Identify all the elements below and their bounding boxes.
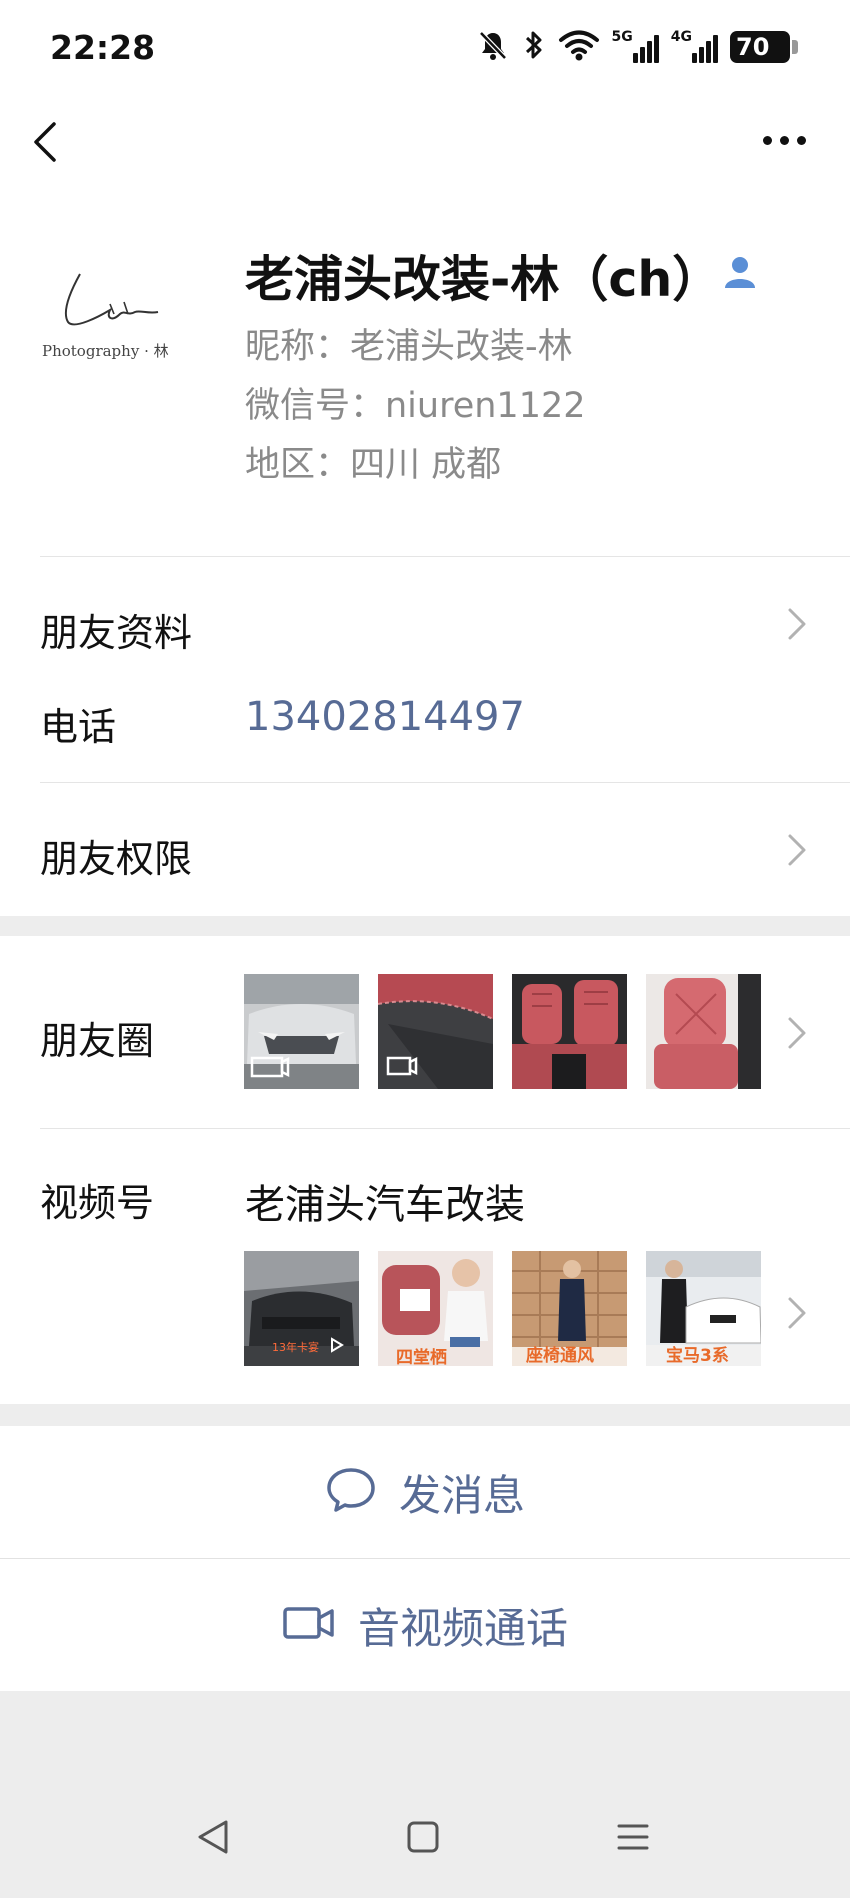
svg-text:宝马3系: 宝马3系 — [666, 1345, 729, 1366]
more-button[interactable] — [763, 136, 806, 145]
channels-label: 视频号 — [40, 1181, 155, 1225]
phone-number[interactable]: 13402814497 — [245, 694, 525, 740]
moments-label: 朋友圈 — [40, 1019, 155, 1063]
wifi-icon — [558, 28, 600, 66]
avatar[interactable]: Photography · 林 — [40, 252, 190, 372]
friend-info-label: 朋友资料 — [40, 611, 193, 655]
moments-thumb-seat — [646, 974, 761, 1089]
video-call-button[interactable]: 音视频通话 — [0, 1559, 850, 1691]
chevron-right-icon — [786, 1016, 808, 1050]
chevron-right-icon — [786, 1296, 808, 1330]
menu-lines-icon — [617, 1824, 649, 1850]
moments-thumb-leather — [378, 974, 493, 1089]
signal-5g-icon: 5G — [612, 29, 659, 63]
send-message-button[interactable]: 发消息 — [0, 1426, 850, 1558]
nav-menu-button[interactable] — [616, 1820, 650, 1858]
svg-text:座椅通风: 座椅通风 — [526, 1345, 594, 1366]
status-icons: 5G 4G 70 — [476, 27, 798, 67]
video-camera-icon — [282, 1603, 336, 1647]
battery-indicator: 70 — [730, 31, 798, 63]
nav-back-button[interactable] — [196, 1818, 230, 1860]
person-icon — [722, 254, 758, 290]
moments-thumb-car — [244, 974, 359, 1089]
channel-thumb-4: 宝马3系 — [646, 1251, 761, 1366]
channel-thumb-2: 四堂栖 — [378, 1251, 493, 1366]
mute-bell-icon — [476, 28, 510, 66]
moments-thumb-seats — [512, 974, 627, 1089]
more-dots-icon — [763, 136, 772, 145]
send-message-label: 发消息 — [398, 1470, 525, 1520]
triangle-back-icon — [198, 1820, 228, 1854]
channel-thumb-1: 13年卡宴 — [244, 1251, 359, 1366]
region: 地区：四川 成都 — [245, 445, 502, 485]
nickname: 昵称：老浦头改装-林 — [245, 327, 573, 367]
wechat-id: 微信号：niuren1122 — [245, 386, 586, 426]
video-call-label: 音视频通话 — [357, 1603, 568, 1653]
top-nav-bar — [0, 96, 850, 196]
chevron-right-icon — [786, 607, 808, 641]
chat-bubble-icon — [325, 1466, 377, 1518]
channel-thumb-3: 座椅通风 — [512, 1251, 627, 1366]
channel-name: 老浦头汽车改装 — [245, 1182, 525, 1228]
nav-home-button[interactable] — [406, 1820, 440, 1858]
phone-label: 电话 — [40, 705, 117, 749]
avatar-caption: Photography · 林 — [42, 342, 169, 360]
contact-name: 老浦头改装-林（ch） — [245, 251, 722, 308]
square-home-icon — [407, 1821, 439, 1853]
status-time: 22:28 — [50, 28, 156, 67]
back-button[interactable] — [30, 120, 70, 164]
permissions-label: 朋友权限 — [40, 837, 193, 881]
bluetooth-icon — [522, 28, 546, 66]
svg-text:13年卡宴: 13年卡宴 — [272, 1340, 319, 1354]
svg-text:四堂栖: 四堂栖 — [396, 1347, 447, 1366]
chevron-right-icon — [786, 833, 808, 867]
chevron-left-icon — [34, 122, 56, 162]
signal-4g-icon: 4G — [671, 29, 718, 63]
